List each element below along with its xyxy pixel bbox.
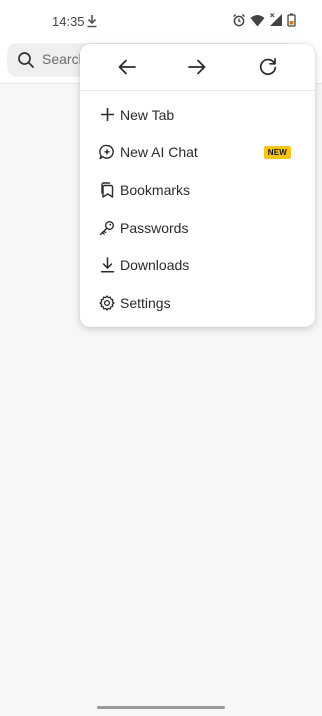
gear-icon	[99, 295, 115, 311]
menu-item-label: Downloads	[120, 257, 190, 274]
menu-item-bookmarks[interactable]: Bookmarks	[80, 171, 315, 209]
cell-signal-icon	[270, 13, 282, 26]
menu-item-label: New Tab	[120, 106, 175, 123]
menu-item-passwords[interactable]: Passwords	[80, 209, 315, 247]
gesture-bar[interactable]	[97, 706, 225, 709]
bookmarks-icon	[99, 182, 115, 198]
screen: 14:35 Search New Tab New AI Chat NEW Boo…	[0, 0, 322, 716]
reload-icon	[259, 57, 276, 76]
battery-icon	[287, 13, 296, 27]
plus-icon	[99, 107, 115, 123]
menu-nav-row	[80, 44, 315, 91]
search-icon	[18, 52, 34, 68]
arrow-right-icon	[188, 59, 206, 75]
download-status-icon	[87, 15, 97, 28]
back-button[interactable]	[111, 51, 143, 83]
ai-chat-icon	[99, 144, 115, 160]
status-bar: 14:35	[0, 0, 322, 40]
menu-list: New Tab New AI Chat NEW Bookmarks Passwo…	[80, 91, 315, 322]
status-icons	[232, 13, 296, 27]
menu-item-new-ai-chat[interactable]: New AI Chat NEW	[80, 134, 315, 172]
menu-item-settings[interactable]: Settings	[80, 284, 315, 322]
overflow-menu: New Tab New AI Chat NEW Bookmarks Passwo…	[80, 44, 315, 327]
menu-item-label: Settings	[120, 294, 171, 311]
new-badge: NEW	[263, 145, 291, 159]
menu-item-downloads[interactable]: Downloads	[80, 246, 315, 284]
forward-button[interactable]	[181, 51, 213, 83]
download-icon	[99, 257, 115, 273]
wifi-icon	[250, 14, 265, 26]
menu-item-label: New AI Chat	[120, 144, 198, 161]
menu-item-label: Bookmarks	[120, 181, 191, 198]
reload-button[interactable]	[252, 51, 284, 83]
menu-item-label: Passwords	[120, 219, 189, 236]
menu-item-new-tab[interactable]: New Tab	[80, 96, 315, 134]
key-icon	[99, 220, 115, 236]
alarm-icon	[233, 13, 245, 27]
status-time: 14:35	[52, 14, 85, 29]
arrow-left-icon	[118, 59, 137, 75]
